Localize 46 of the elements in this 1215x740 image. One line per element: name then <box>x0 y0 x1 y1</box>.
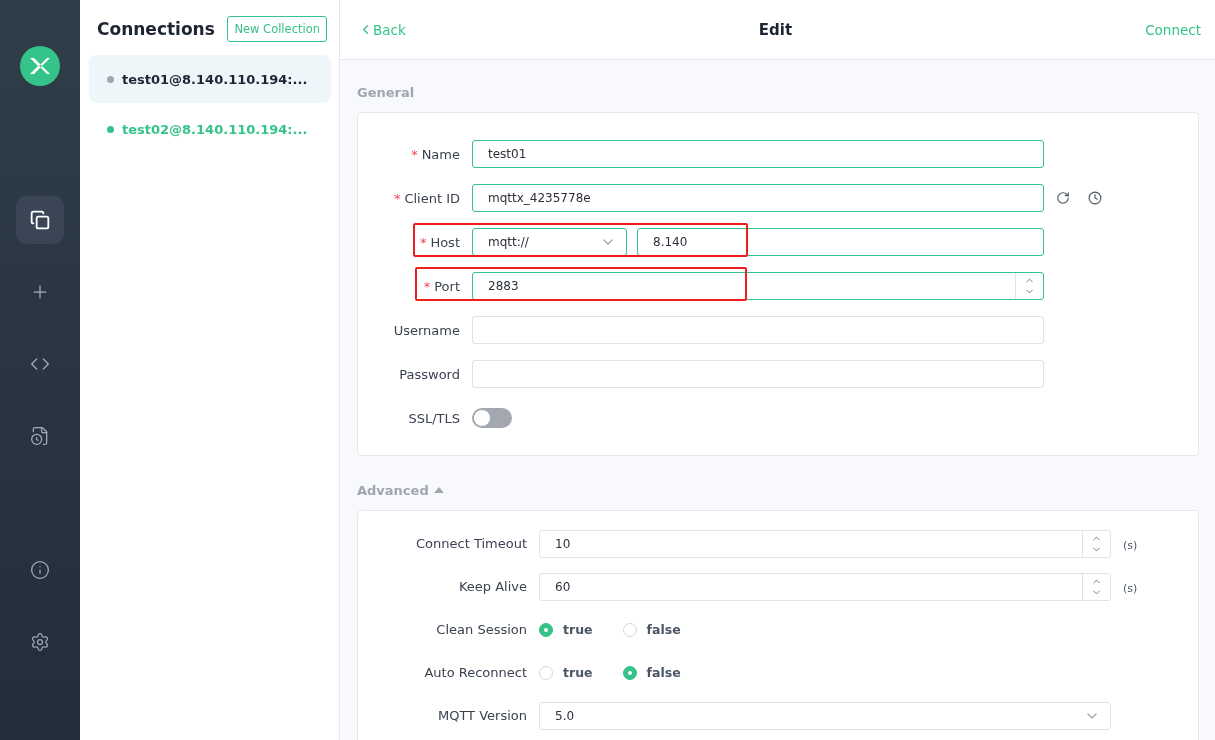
copy-icon <box>30 210 50 230</box>
field-label: SSL/TLS <box>407 410 460 426</box>
field-label: * Name <box>410 146 460 162</box>
unit-label: (s) <box>1123 539 1138 552</box>
number-field[interactable]: 10 <box>539 529 1111 558</box>
radio-icon[interactable] <box>539 622 553 637</box>
radio-option[interactable]: true <box>539 665 593 680</box>
radio-option[interactable]: false <box>622 622 681 637</box>
protocol-select[interactable]: mqtt:// <box>472 228 627 256</box>
radio-option[interactable]: false <box>622 665 681 680</box>
settings-icon <box>30 632 50 652</box>
field-label: Username <box>392 322 460 338</box>
text-field[interactable] <box>472 360 1044 388</box>
refresh-icon[interactable] <box>1056 191 1070 205</box>
logo-icon <box>20 46 60 86</box>
caret-icon[interactable] <box>432 486 445 494</box>
text-field[interactable]: test01 <box>472 140 1044 168</box>
number-field[interactable]: 60 <box>539 572 1111 601</box>
host-field[interactable]: 8.140 <box>637 228 1044 256</box>
text-field[interactable] <box>472 316 1044 344</box>
field-label: MQTT Version <box>436 708 527 723</box>
field-label: * Host <box>418 234 460 250</box>
radio-option[interactable]: true <box>539 622 593 637</box>
page-title: Edit <box>758 20 793 39</box>
radio-icon[interactable] <box>622 665 637 680</box>
panel-title: Connections <box>97 19 215 39</box>
radio-icon[interactable] <box>539 665 553 680</box>
nav-button[interactable] <box>16 196 64 244</box>
section-title: General <box>357 84 415 100</box>
radio-icon[interactable] <box>622 622 637 637</box>
clock-icon[interactable] <box>1088 191 1102 205</box>
field-label: * Port <box>422 278 460 294</box>
info-icon <box>30 560 50 580</box>
field-label: Clean Session <box>435 622 527 637</box>
field-label: Keep Alive <box>457 579 527 594</box>
toggle-switch[interactable] <box>472 408 512 428</box>
unit-label: (s) <box>1123 582 1138 595</box>
version-select[interactable]: 5.0 <box>539 701 1111 730</box>
number-field[interactable]: 2883 <box>472 272 1044 300</box>
text-field[interactable]: mqttx_4235778e <box>472 184 1044 212</box>
connection-item[interactable]: test01@8.140.110.194:... <box>89 55 331 103</box>
file-clock-icon <box>30 426 50 446</box>
field-label: * Client ID <box>392 190 460 206</box>
field-label: Connect Timeout <box>415 536 527 551</box>
field-label: Password <box>398 366 460 382</box>
field-label: Auto Reconnect <box>423 665 527 680</box>
